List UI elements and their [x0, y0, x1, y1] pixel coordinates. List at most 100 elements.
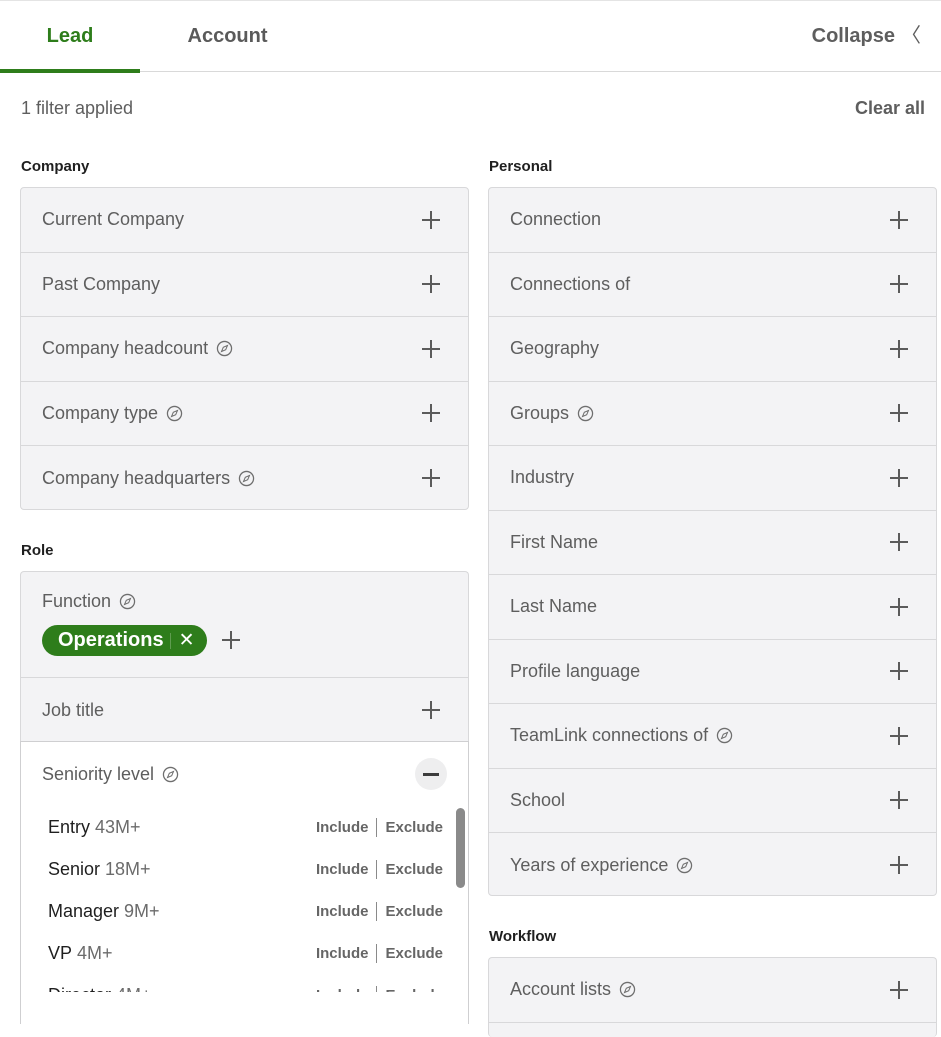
compass-icon [166, 405, 183, 421]
exclude-button[interactable]: Exclude [385, 945, 443, 962]
exclude-button[interactable]: Exclude [385, 861, 443, 878]
option-count: 43M+ [95, 816, 141, 837]
include-button[interactable]: Include [316, 819, 369, 836]
filter-label: Company headcount [42, 338, 209, 359]
plus-icon[interactable] [422, 275, 440, 294]
filter-account-lists[interactable]: Account lists [489, 958, 936, 1023]
tab-account[interactable]: Account [160, 1, 295, 72]
filter-label-wrap: Company type [42, 403, 183, 424]
plus-icon[interactable] [890, 980, 908, 999]
filter-connections-of[interactable]: Connections of [489, 253, 936, 317]
filter-job-title[interactable]: Job title [21, 678, 468, 743]
workflow-filters-card: Account lists [488, 957, 937, 1037]
filter-label-wrap: Function [42, 591, 136, 612]
filter-first-name[interactable]: First Name [489, 511, 936, 575]
filter-label: Company type [42, 402, 159, 423]
collapse-minus-button[interactable] [415, 758, 447, 790]
filter-company-headquarters[interactable]: Company headquarters [21, 446, 468, 509]
seniority-option: Senior 18M+ Include Exclude [48, 857, 443, 881]
chevron-left-icon: 〈 [901, 25, 921, 47]
seniority-option: Entry 43M+ Include Exclude [48, 815, 443, 839]
filter-label: Connections of [510, 273, 631, 294]
option-label: Manager 9M+ [48, 901, 160, 922]
filter-company-type[interactable]: Company type [21, 382, 468, 446]
plus-icon[interactable] [422, 404, 440, 423]
divider [376, 859, 378, 879]
plus-icon[interactable] [890, 339, 908, 358]
filter-label: First Name [510, 531, 599, 552]
plus-icon[interactable] [890, 662, 908, 681]
plus-icon[interactable] [890, 791, 908, 810]
include-button[interactable]: Include [316, 945, 369, 962]
filter-label: School [510, 789, 566, 810]
section-title-personal: Personal [489, 158, 553, 175]
filter-profile-language[interactable]: Profile language [489, 640, 936, 704]
filter-years-of-experience[interactable]: Years of experience [489, 833, 936, 895]
filter-last-name[interactable]: Last Name [489, 575, 936, 640]
filter-label: Last Name [510, 596, 598, 617]
filter-teamlink-connections-of[interactable]: TeamLink connections of [489, 704, 936, 769]
filter-past-company[interactable]: Past Company [21, 253, 468, 317]
plus-icon[interactable] [890, 597, 908, 616]
compass-icon [677, 857, 693, 873]
plus-icon[interactable] [422, 210, 440, 229]
exclude-button[interactable]: Exclude [385, 819, 443, 836]
filter-current-company[interactable]: Current Company [21, 188, 468, 253]
filter-label-wrap: Seniority level [42, 764, 179, 785]
plus-icon[interactable] [890, 275, 908, 294]
option-actions: Include Exclude [316, 817, 443, 837]
plus-icon[interactable] [890, 533, 908, 552]
option-label: Senior 18M+ [48, 859, 151, 880]
compass-icon [577, 405, 594, 421]
scrollbar-thumb[interactable] [456, 808, 465, 888]
compass-icon [216, 341, 233, 357]
option-actions: Include Exclude [316, 943, 443, 963]
filter-industry[interactable]: Industry [489, 446, 936, 511]
collapse-button[interactable]: Collapse 〈 [812, 1, 921, 71]
plus-icon[interactable] [890, 468, 908, 487]
filter-school[interactable]: School [489, 769, 936, 833]
filter-label-wrap: Company headquarters [42, 468, 255, 489]
plus-icon[interactable] [890, 210, 908, 229]
tab-lead[interactable]: Lead [0, 1, 140, 73]
include-button[interactable]: Include [316, 861, 369, 878]
exclude-button[interactable]: Exclude [385, 903, 443, 920]
plus-icon[interactable] [890, 404, 908, 423]
filter-label: Seniority level [42, 764, 155, 784]
plus-icon[interactable] [890, 856, 908, 875]
plus-icon[interactable] [422, 701, 440, 720]
filter-label: Current Company [42, 209, 185, 230]
compass-icon [162, 766, 179, 783]
option-name: Senior [48, 858, 101, 879]
plus-icon[interactable] [422, 469, 440, 488]
option-count: 18M+ [105, 858, 151, 879]
filter-label: Groups [510, 402, 570, 423]
compass-icon [119, 593, 136, 610]
close-icon[interactable]: ✕ [179, 629, 195, 652]
option-count: 4M+ [77, 942, 113, 963]
plus-icon[interactable] [890, 726, 908, 745]
clear-all-button[interactable]: Clear all [855, 98, 925, 119]
filter-label: Account lists [510, 979, 612, 1000]
plus-icon[interactable] [222, 631, 240, 649]
include-button[interactable]: Include [316, 903, 369, 920]
section-title-role: Role [21, 542, 54, 559]
section-title-workflow: Workflow [489, 928, 557, 945]
filter-company-headcount[interactable]: Company headcount [21, 317, 468, 382]
filter-label: Years of experience [510, 854, 669, 875]
option-name: Entry [48, 816, 91, 837]
plus-icon[interactable] [422, 339, 440, 358]
filter-function[interactable]: Function Operations ✕ [21, 572, 468, 678]
selected-filter-chip[interactable]: Operations ✕ [42, 625, 207, 656]
role-filters-card: Function Operations ✕ Job title [20, 571, 469, 743]
filter-connection[interactable]: Connection [489, 188, 936, 253]
filter-groups[interactable]: Groups [489, 382, 936, 446]
compass-icon [619, 982, 636, 998]
seniority-level-panel: Seniority level Entry 43M+ Include Exclude… [20, 741, 469, 1024]
filter-label: Job title [42, 699, 105, 720]
company-filters-card: Current Company Past Company Company hea… [20, 187, 469, 510]
option-label: VP 4M+ [48, 943, 113, 964]
filter-geography[interactable]: Geography [489, 317, 936, 382]
filter-label: TeamLink connections of [510, 725, 709, 746]
option-name: VP [48, 942, 73, 963]
